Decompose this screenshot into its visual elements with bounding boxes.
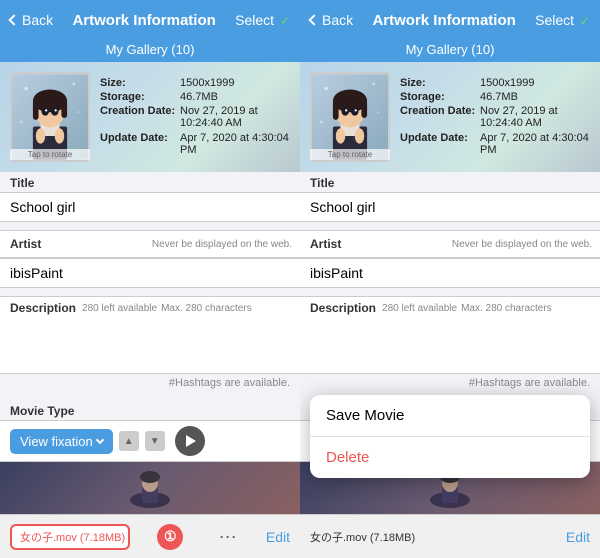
- storage-value-right: 46.7MB: [480, 91, 518, 103]
- file-name-right: 女の子.mov (7.18MB): [310, 529, 566, 545]
- bottom-bar-right: 女の子.mov (7.18MB) Edit: [300, 514, 600, 558]
- desc-available-right: 280 left available: [382, 303, 457, 314]
- right-panel: Back Artwork Information Select ✓ My Gal…: [300, 0, 600, 558]
- desc-max-left: Max. 280 characters: [161, 303, 252, 314]
- edit-button-left[interactable]: Edit: [266, 529, 290, 545]
- delete-button[interactable]: Delete: [310, 437, 590, 478]
- creation-label-right: Creation Date:: [400, 105, 480, 117]
- badge-left: ①: [157, 524, 183, 550]
- movie-section-left: Movie Type View fixation ▲ ▼: [0, 400, 300, 514]
- file-button-left[interactable]: 女の子.mov (7.18MB): [10, 524, 130, 550]
- artist-note-right: Never be displayed on the web.: [351, 239, 600, 250]
- update-label-left: Update Date:: [100, 132, 180, 144]
- dropdown-chevron-left: [96, 436, 104, 444]
- artist-input-right[interactable]: ibisPaint: [300, 258, 600, 288]
- title-section-left: Title School girl: [0, 172, 300, 222]
- movie-prev-btn-left[interactable]: ▲: [119, 431, 139, 451]
- header-title-right: Artwork Information: [353, 12, 535, 29]
- movie-next-btn-left[interactable]: ▼: [145, 431, 165, 451]
- header-title-left: Artwork Information: [53, 12, 235, 29]
- movie-controls-left: View fixation ▲ ▼: [0, 420, 300, 462]
- storage-label-right: Storage:: [400, 91, 480, 103]
- desc-label-left: Description: [10, 301, 76, 315]
- desc-header-left: Description 280 left available Max. 280 …: [0, 296, 300, 319]
- creation-value-right: Nov 27, 2019 at 10:24:40 AM: [480, 105, 590, 129]
- header-left: Back Artwork Information Select ✓: [0, 0, 300, 40]
- desc-max-right: Max. 280 characters: [461, 303, 552, 314]
- hashtag-note-right: #Hashtags are available.: [300, 374, 600, 392]
- back-label-left: Back: [22, 12, 53, 28]
- artist-section-left: Artist Never be displayed on the web.: [0, 230, 300, 258]
- save-movie-button[interactable]: Save Movie: [310, 395, 590, 437]
- select-button-right[interactable]: Select ✓: [535, 12, 590, 28]
- artist-input-left[interactable]: ibisPaint: [0, 258, 300, 288]
- size-value-left: 1500x1999: [180, 77, 234, 89]
- dots-menu-left[interactable]: ···: [211, 526, 245, 547]
- play-button-left[interactable]: [175, 426, 205, 456]
- tap-rotate-right[interactable]: Tap to rotate: [310, 149, 390, 160]
- edit-button-right[interactable]: Edit: [566, 529, 590, 545]
- artist-note-left: Never be displayed on the web.: [51, 239, 300, 250]
- desc-header-right: Description 280 left available Max. 280 …: [300, 296, 600, 319]
- size-label-left: Size:: [100, 77, 180, 89]
- back-label-right: Back: [322, 12, 353, 28]
- title-section-right: Title School girl: [300, 172, 600, 222]
- update-label-right: Update Date:: [400, 132, 480, 144]
- gallery-bar-left: My Gallery (10): [0, 40, 300, 62]
- bottom-bar-left: 女の子.mov (7.18MB) ① ··· Edit: [0, 514, 300, 558]
- movie-type-label-left: Movie Type: [0, 400, 300, 420]
- select-button-left[interactable]: Select ✓: [235, 12, 290, 28]
- storage-label-left: Storage:: [100, 91, 180, 103]
- artwork-info-right: Size: 1500x1999 Storage: 46.7MB Creation…: [400, 77, 590, 158]
- title-field-label-right: Title: [300, 172, 600, 192]
- title-field-label-left: Title: [0, 172, 300, 192]
- title-input-right[interactable]: School girl: [300, 192, 600, 222]
- desc-available-left: 280 left available: [82, 303, 157, 314]
- desc-textarea-right[interactable]: [300, 319, 600, 374]
- artist-section-right: Artist Never be displayed on the web.: [300, 230, 600, 258]
- artist-field-label-right: Artist: [300, 231, 351, 257]
- back-button-left[interactable]: Back: [10, 12, 53, 28]
- size-label-right: Size:: [400, 77, 480, 89]
- left-panel: Back Artwork Information Select ✓ My Gal…: [0, 0, 300, 558]
- header-right: Back Artwork Information Select ✓: [300, 0, 600, 40]
- gallery-bar-right: My Gallery (10): [300, 40, 600, 62]
- storage-value-left: 46.7MB: [180, 91, 218, 103]
- creation-label-left: Creation Date:: [100, 105, 180, 117]
- update-value-right: Apr 7, 2020 at 4:30:04 PM: [480, 132, 590, 156]
- update-value-left: Apr 7, 2020 at 4:30:04 PM: [180, 132, 290, 156]
- desc-textarea-left[interactable]: [0, 319, 300, 374]
- size-value-right: 1500x1999: [480, 77, 534, 89]
- artwork-preview-right: Tap to rotate Size: 1500x1999 Storage: 4…: [300, 62, 600, 172]
- artwork-info-left: Size: 1500x1999 Storage: 46.7MB Creation…: [100, 77, 290, 158]
- title-input-left[interactable]: School girl: [0, 192, 300, 222]
- play-icon-left: [186, 435, 196, 447]
- desc-label-right: Description: [310, 301, 376, 315]
- content-left[interactable]: Tap to rotate Size: 1500x1999 Storage: 4…: [0, 62, 300, 514]
- back-button-right[interactable]: Back: [310, 12, 353, 28]
- chevron-left-icon-right: [308, 14, 319, 25]
- context-menu-right: Save Movie Delete: [310, 395, 590, 478]
- creation-value-left: Nov 27, 2019 at 10:24:40 AM: [180, 105, 290, 129]
- movie-dropdown-left[interactable]: View fixation: [10, 429, 113, 454]
- artwork-preview-left: Tap to rotate Size: 1500x1999 Storage: 4…: [0, 62, 300, 172]
- movie-overlay-left: [0, 462, 300, 514]
- chevron-left-icon: [8, 14, 19, 25]
- artist-field-label-left: Artist: [0, 231, 51, 257]
- view-fixation-left: View fixation: [20, 434, 93, 449]
- tap-rotate-left[interactable]: Tap to rotate: [10, 149, 90, 160]
- hashtag-note-left: #Hashtags are available.: [0, 374, 300, 392]
